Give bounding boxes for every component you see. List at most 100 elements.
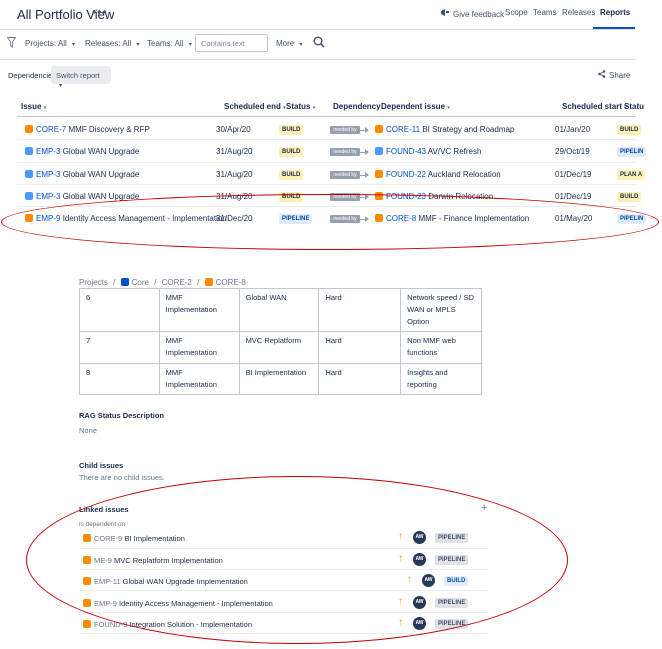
issue-key[interactable]: FOUND-22 [386, 170, 426, 179]
scheduled-start: 29/Oct/19 [555, 147, 590, 156]
issue-key[interactable]: FOUND-43 [386, 147, 426, 156]
child-issues-empty: There are no child issues. [79, 473, 165, 482]
status-badge: BUILD [279, 125, 304, 135]
table-cell: Global WAN [238, 288, 320, 332]
column-header-status[interactable]: Status ▾ [286, 102, 315, 111]
table-cell: Hard [318, 363, 402, 395]
more-actions-icon[interactable]: ••• [92, 5, 108, 19]
dependency-label: needed by [330, 148, 360, 156]
column-header-label: Dependent issue [381, 102, 446, 111]
table-cell: MMF Implementation [158, 363, 240, 395]
breadcrumb-separator: / [113, 278, 116, 287]
table-row: 8 MMF Implementation BI Implementation H… [79, 363, 482, 395]
issue-key[interactable]: EMP-3 [36, 192, 60, 201]
issue-summary: Global WAN Upgrade [62, 147, 140, 156]
column-header-dependent-issue[interactable]: Dependent issue ▾ [381, 102, 450, 111]
dependent-issue[interactable]: FOUND-22 Auckland Relocation [375, 170, 501, 179]
table-cell: Hard [318, 288, 402, 332]
sort-icon: ▾ [312, 105, 316, 111]
more-filter-label: More [276, 39, 295, 48]
search-input[interactable]: Contains text [195, 34, 268, 52]
tab-releases[interactable]: Releases [562, 8, 595, 17]
releases-filter-label: Releases: All [85, 39, 132, 48]
switch-report-label: Switch report [56, 71, 100, 80]
annotation-ellipse [26, 476, 568, 644]
issue-summary: AV/VC Refresh [427, 147, 482, 156]
table-cell: 8 [79, 363, 160, 395]
projects-filter-label: Projects: All [25, 39, 67, 48]
status-badge: BUILD [279, 147, 304, 157]
chevron-down-icon: ▾ [59, 83, 63, 89]
column-header-label: Status [286, 102, 311, 111]
teams-filter[interactable]: Teams: All ▾ [147, 39, 192, 48]
sort-icon: ▾ [43, 105, 47, 111]
column-header-label: Scheduled start [562, 102, 623, 111]
table-cell: 7 [79, 331, 160, 364]
teams-filter-label: Teams: All [147, 39, 184, 48]
column-header-scheduled-start[interactable]: Scheduled start ▾ [562, 102, 627, 111]
scheduled-start: 01/Dec/19 [555, 170, 592, 179]
table-cell: Network speed / SD WAN or MPLS Option [400, 288, 482, 332]
breadcrumb-core-8[interactable]: CORE-8 [216, 278, 246, 287]
task-icon [25, 170, 33, 178]
story-icon [375, 125, 383, 133]
dependencies-label: Dependencies [8, 71, 56, 80]
scheduled-end: 30/Apr/20 [216, 125, 251, 134]
table-row-issue[interactable]: EMP-3 Global WAN Upgrade [25, 170, 139, 179]
rag-status-heading: RAG Status Description [79, 411, 165, 420]
annotation-ellipse [1, 194, 659, 250]
tab-scope[interactable]: Scope [505, 8, 528, 17]
status-badge: BUILD [617, 125, 642, 135]
share-button[interactable]: Share [598, 70, 630, 80]
megaphone-icon [440, 8, 450, 19]
breadcrumb-core[interactable]: Core [132, 278, 149, 287]
chevron-down-icon: ▾ [188, 42, 192, 48]
dependent-issue[interactable]: FOUND-43 AV/VC Refresh [375, 147, 481, 156]
chevron-down-icon: ▾ [136, 42, 140, 48]
column-header-status-2: Statu [624, 102, 644, 111]
issue-summary: BI Strategy and Roadmap [422, 125, 515, 134]
divider [17, 116, 636, 117]
table-row: 6 MMF Implementation Global WAN Hard Net… [79, 288, 482, 332]
projects-filter[interactable]: Projects: All ▾ [25, 39, 75, 48]
filter-icon[interactable] [6, 37, 17, 50]
table-row-issue[interactable]: EMP-3 Global WAN Upgrade [25, 147, 139, 156]
dependent-issue[interactable]: CORE-11 BI Strategy and Roadmap [375, 125, 514, 134]
status-badge: BUILD [279, 170, 304, 180]
issue-summary: Global WAN Upgrade [62, 170, 140, 179]
table-cell: MMF Implementation [158, 331, 240, 364]
divider [17, 184, 636, 185]
story-icon [83, 620, 91, 628]
scheduled-end: 31/Aug/20 [216, 147, 253, 156]
table-row-issue[interactable]: CORE-7 MMF Discovery & RFP [25, 125, 150, 134]
scheduled-end: 31/Aug/20 [216, 170, 253, 179]
breadcrumb-core-2[interactable]: CORE-2 [162, 278, 192, 287]
arrow-right-icon [365, 172, 369, 178]
issue-summary: Auckland Relocation [427, 170, 501, 179]
releases-filter[interactable]: Releases: All ▾ [85, 39, 140, 48]
status-badge: PLAN A [617, 170, 646, 180]
project-icon [120, 278, 129, 286]
issue-key[interactable]: EMP-3 [36, 170, 60, 179]
rag-status-value: None [79, 426, 97, 435]
table-row: 7 MMF Implementation MVC Replatform Hard… [79, 331, 482, 364]
chevron-down-icon: ▾ [299, 42, 303, 48]
breadcrumb: Projects / Core / CORE-2 / CORE-8 [79, 278, 246, 287]
give-feedback-link[interactable]: Give feedback [440, 8, 504, 19]
more-filter[interactable]: More ▾ [276, 39, 302, 48]
search-icon[interactable] [313, 36, 325, 50]
breadcrumb-projects[interactable]: Projects [79, 278, 108, 287]
column-header-label: Scheduled end [224, 102, 281, 111]
table-cell: Non MMF web functions [400, 331, 482, 364]
issue-key[interactable]: CORE-7 [36, 125, 66, 134]
tab-teams[interactable]: Teams [533, 8, 557, 17]
column-header-issue[interactable]: Issue ▾ [21, 102, 46, 111]
issue-key[interactable]: EMP-3 [36, 147, 60, 156]
tab-reports[interactable]: Reports [600, 8, 630, 17]
switch-report-button[interactable]: Switch report ▾ [51, 66, 111, 89]
column-header-scheduled-end[interactable]: Scheduled end ▾ [224, 102, 286, 111]
task-icon [375, 147, 383, 155]
breadcrumb-separator: / [197, 278, 200, 287]
issue-key[interactable]: CORE-11 [386, 125, 420, 134]
divider [0, 59, 636, 60]
